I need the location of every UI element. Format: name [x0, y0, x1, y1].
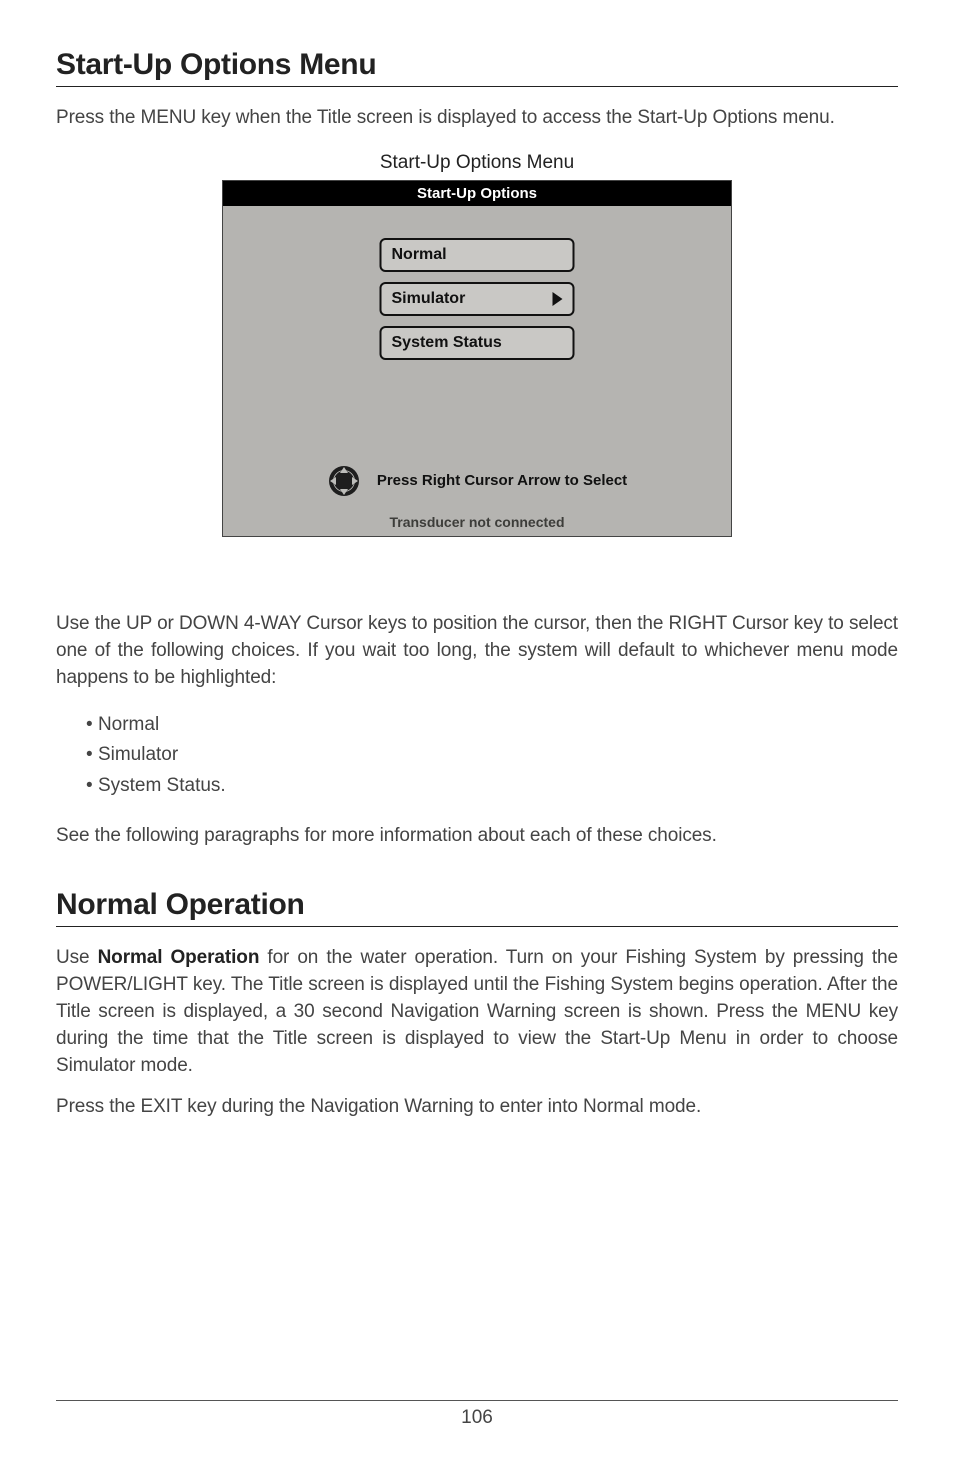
- section-title-normal-operation: Normal Operation: [56, 888, 898, 927]
- hint-row: Press Right Cursor Arrow to Select: [223, 464, 731, 498]
- normal-operation-paragraph: Use Normal Operation for on the water op…: [56, 945, 898, 1080]
- cursor-instructions: Use the UP or DOWN 4-WAY Cursor keys to …: [56, 611, 898, 692]
- screenshot-footer-status: Transducer not connected: [223, 514, 731, 530]
- figure-caption: Start-Up Options Menu: [56, 152, 898, 174]
- text-bold-lead: Normal Operation: [98, 947, 260, 968]
- list-item: System Status.: [86, 771, 898, 801]
- option-normal[interactable]: Normal: [380, 238, 575, 272]
- option-label: System Status: [392, 334, 502, 352]
- screenshot-startup-options: Start-Up Options Normal Simulator System…: [222, 180, 732, 537]
- bullet-list: Normal Simulator System Status.: [86, 710, 898, 801]
- see-paragraph: See the following paragraphs for more in…: [56, 823, 898, 850]
- page-number: 106: [56, 1407, 898, 1429]
- option-list: Normal Simulator System Status: [380, 238, 575, 370]
- text-prefix: Use: [56, 947, 98, 968]
- intro-paragraph: Press the MENU key when the Title screen…: [56, 105, 898, 132]
- hint-text: Press Right Cursor Arrow to Select: [377, 472, 627, 489]
- document-page: Start-Up Options Menu Press the MENU key…: [0, 0, 954, 1475]
- screenshot-title-bar: Start-Up Options: [223, 181, 731, 206]
- screenshot-body: Normal Simulator System Status: [223, 206, 731, 536]
- option-label: Normal: [392, 246, 447, 264]
- list-item: Normal: [86, 710, 898, 740]
- four-way-cursor-icon: [327, 464, 361, 498]
- footer-rule: [56, 1400, 898, 1401]
- list-item: Simulator: [86, 740, 898, 770]
- option-label: Simulator: [392, 290, 466, 308]
- page-footer: 106: [56, 1400, 898, 1429]
- chevron-right-icon: [553, 292, 563, 306]
- section-title-startup: Start-Up Options Menu: [56, 48, 898, 87]
- option-simulator[interactable]: Simulator: [380, 282, 575, 316]
- exit-paragraph: Press the EXIT key during the Navigation…: [56, 1094, 898, 1121]
- option-system-status[interactable]: System Status: [380, 326, 575, 360]
